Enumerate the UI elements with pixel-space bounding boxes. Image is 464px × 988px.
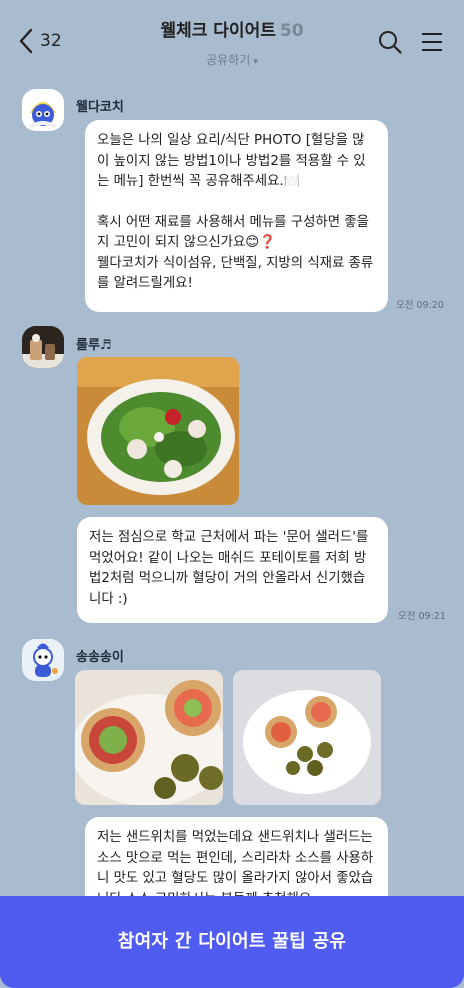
coach-mascot-icon	[22, 89, 64, 131]
message-time: 오전 09:21	[398, 611, 446, 622]
salad-photo	[77, 357, 239, 505]
message-text: 웰다코치가 식이섬유, 단백질, 지방의 식재료 종류를 알려드릴게요!	[97, 255, 374, 292]
sender-name: 룰루♬	[76, 338, 112, 353]
chat-screen: 32 웰체크 다이어트 50 공유하기 ▾ 웰다코치 오늘은 나의 일상 요리/식단…	[0, 0, 464, 988]
sender-name: 웰다코치	[76, 100, 124, 115]
avatar[interactable]	[22, 89, 64, 131]
message-text: 저는 점심으로 학교 근처에서 파는 '문어 샐러드'를 먹었어요! 같이 나오…	[89, 530, 369, 607]
message-photo[interactable]	[77, 357, 239, 505]
menu-icon[interactable]	[420, 30, 444, 54]
cta-label: 참여자 간 다이어트 꿀팁 공유	[117, 931, 347, 952]
search-icon[interactable]	[378, 30, 402, 54]
mascot-avatar-icon	[22, 639, 64, 681]
share-label: 공유하기	[206, 53, 251, 67]
tips-share-button[interactable]: 참여자 간 다이어트 꿀팁 공유	[0, 896, 464, 988]
chat-title: 웰체크 다이어트	[160, 21, 276, 41]
sender-name: 송송송이	[76, 650, 124, 665]
message-photo[interactable]	[233, 670, 381, 805]
message-time: 오전 09:20	[396, 300, 444, 311]
member-count: 50	[279, 21, 304, 41]
profile-photo-icon	[22, 326, 64, 368]
message-bubble[interactable]: 오늘은 나의 일상 요리/식단 PHOTO [혈당을 많이 높이지 않는 방법1…	[85, 120, 388, 312]
message-text: 오늘은 나의 일상 요리/식단 PHOTO [혈당을 많이 높이지 않는 방법1…	[97, 133, 366, 189]
sandwich-photo-1	[75, 670, 223, 805]
avatar[interactable]	[22, 639, 64, 681]
message-bubble[interactable]: 저는 점심으로 학교 근처에서 파는 '문어 샐러드'를 먹었어요! 같이 나오…	[77, 517, 388, 623]
caret-down-icon: ▾	[253, 57, 258, 67]
message-photo[interactable]	[75, 670, 223, 805]
message-text: 혹시 어떤 재료를 사용해서 메뉴를 구성하면 좋을지 고민이 되지 않으신가요…	[97, 214, 369, 251]
chat-header: 32 웰체크 다이어트 50 공유하기 ▾	[0, 0, 464, 82]
sandwich-photo-2	[233, 670, 381, 805]
avatar[interactable]	[22, 326, 64, 368]
